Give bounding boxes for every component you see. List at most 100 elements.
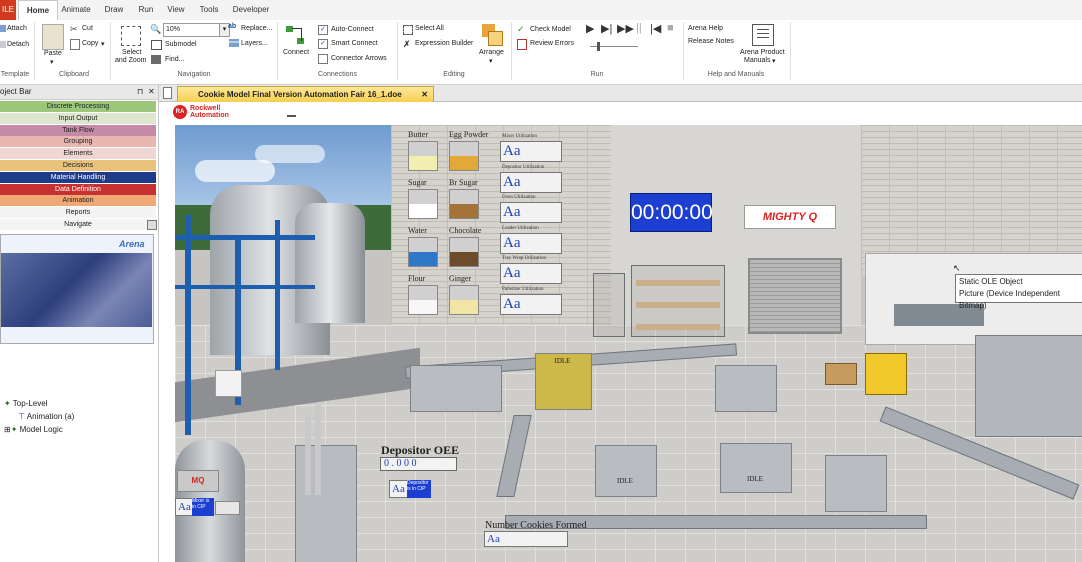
panel-navigate[interactable]: Navigate <box>0 219 156 231</box>
check-model-button[interactable]: Check Model <box>530 26 571 33</box>
ingredient-swatch <box>449 141 479 171</box>
close-icon[interactable]: ✕ <box>148 85 155 99</box>
paste-button[interactable]: Paste <box>44 50 62 57</box>
manuals-dropdown-icon[interactable]: ▾ <box>772 57 776 65</box>
detach-icon <box>0 41 6 48</box>
detach-button[interactable]: Detach <box>7 41 29 48</box>
fast-forward-icon[interactable]: ▶▶ <box>617 22 634 35</box>
navigate-preview[interactable]: Arena <box>0 234 154 344</box>
panel-material-handling[interactable]: Material Handling <box>0 171 156 184</box>
tree-item-animation[interactable]: ⊤ Animation (a) <box>18 412 74 421</box>
tab-developer[interactable]: Developer <box>228 0 274 20</box>
panel-options-icon[interactable] <box>147 220 157 230</box>
tab-file[interactable]: ILE <box>0 0 16 20</box>
tree-item-model-logic[interactable]: ⊞✦ Model Logic <box>4 425 63 434</box>
utilization-value: Aa <box>500 263 562 284</box>
select-all-icon <box>403 25 413 35</box>
select-all-button[interactable]: Select All <box>415 25 444 32</box>
utilization-label: Palletizer Utilization <box>502 286 544 292</box>
close-tab-icon[interactable]: ✕ <box>421 87 428 102</box>
panel-reports[interactable]: Reports <box>0 207 156 220</box>
attach-button[interactable]: Attach <box>7 25 27 32</box>
connector-arrows-label: Connector Arrows <box>331 55 387 62</box>
rolling-door <box>748 258 842 334</box>
document-tab[interactable]: Cookie Model Final Version Automation Fa… <box>177 86 434 102</box>
silo <box>295 203 365 323</box>
cut-button[interactable]: Cut <box>82 25 93 32</box>
panel-input-output[interactable]: Input Output <box>0 112 156 125</box>
review-errors-button[interactable]: Review Errors <box>530 40 574 47</box>
minimize-icon[interactable] <box>287 115 296 117</box>
layers-icon <box>229 39 239 47</box>
ingredient-swatch <box>449 237 479 267</box>
panel-tank-flow[interactable]: Tank Flow <box>0 124 156 137</box>
tab-tools[interactable]: Tools <box>192 0 226 20</box>
select-zoom-button[interactable]: Select <box>122 49 141 56</box>
manuals-button[interactable]: Arena Product <box>740 49 785 56</box>
panel-data-definition[interactable]: Data Definition <box>0 183 156 196</box>
pause-icon[interactable]: || <box>636 22 642 34</box>
run-speed-slider-thumb[interactable] <box>597 42 600 51</box>
tab-draw[interactable]: Draw <box>96 0 132 20</box>
pin-icon[interactable]: ⊓ <box>137 85 143 99</box>
connect-button[interactable]: Connect <box>283 49 309 56</box>
submodel-button[interactable]: Submodel <box>165 41 197 48</box>
manuals-button-line2[interactable]: Manuals <box>744 57 770 64</box>
loader-status: IDLE <box>617 477 633 485</box>
mixer-brand-sign: MQ <box>177 470 219 492</box>
end-icon[interactable]: ■ <box>667 22 674 34</box>
start-over-icon[interactable]: |◀ <box>650 22 661 35</box>
copy-button[interactable]: Copy <box>82 40 98 47</box>
pipe <box>315 405 321 495</box>
step-icon[interactable]: ▶| <box>601 22 612 35</box>
panel-decisions[interactable]: Decisions <box>0 160 156 172</box>
auto-connect-checkbox[interactable]: ✓ <box>318 25 328 35</box>
tab-home[interactable]: Home <box>18 0 58 21</box>
panel-animation[interactable]: Animation <box>0 195 156 208</box>
tab-animate[interactable]: Animate <box>58 0 94 20</box>
project-bar-header: oject Bar ⊓ ✕ <box>0 85 158 100</box>
ribbon-separator <box>790 22 791 80</box>
replace-button[interactable]: Replace... <box>241 25 273 32</box>
ingredient-swatch <box>408 189 438 219</box>
smart-connect-label: Smart Connect <box>331 40 378 47</box>
pallet <box>825 363 857 385</box>
layers-button[interactable]: Layers... <box>241 40 268 47</box>
copy-dropdown-icon[interactable]: ▾ <box>101 40 105 48</box>
cookies-formed-label: Number Cookies Formed <box>485 520 587 531</box>
expression-builder-button[interactable]: Expression Builder <box>415 40 473 47</box>
go-icon[interactable]: ▶ <box>586 22 594 35</box>
release-notes-button[interactable]: Release Notes <box>688 38 734 45</box>
logo-line-1: Rockwell <box>190 105 221 112</box>
smart-connect-checkbox[interactable]: ✓ <box>318 39 328 49</box>
model-canvas[interactable]: RA Rockwell Automation MQ Butter Egg Powd… <box>159 102 1082 562</box>
arrange-dropdown-icon[interactable]: ▾ <box>489 57 493 65</box>
pipe <box>305 415 311 495</box>
tab-view[interactable]: View <box>162 0 190 20</box>
find-button[interactable]: Find... <box>165 56 184 63</box>
mixer-station <box>410 365 502 412</box>
preview-thumbnail <box>1 253 152 327</box>
expand-icon[interactable]: ⊞ <box>4 425 11 434</box>
panel-elements[interactable]: Elements <box>0 148 156 161</box>
document-tab-bar: Cookie Model Final Version Automation Fa… <box>159 85 1082 102</box>
zoom-combo[interactable]: 10% <box>163 23 222 37</box>
ribbon-separator <box>277 22 278 80</box>
robot-cell <box>715 365 777 412</box>
ingredient-swatch <box>449 285 479 315</box>
connector-arrows-checkbox[interactable] <box>318 54 328 64</box>
ingredient-swatch <box>408 141 438 171</box>
panel-discrete-processing[interactable]: Discrete Processing <box>0 101 156 113</box>
arena-help-button[interactable]: Arena Help <box>688 25 723 32</box>
select-zoom-button-line2[interactable]: and Zoom <box>115 57 147 64</box>
paste-dropdown-icon[interactable]: ▾ <box>50 58 54 66</box>
arrange-button[interactable]: Arrange <box>479 49 504 56</box>
auto-connect-label: Auto-Connect <box>331 26 374 33</box>
utilization-value: Aa <box>500 141 562 162</box>
oven-status: IDLE <box>554 357 571 365</box>
ribbon-tab-bar: ILE Home Animate Draw Run View Tools Dev… <box>0 0 1082 21</box>
panel-grouping[interactable]: Grouping <box>0 136 156 149</box>
tab-run[interactable]: Run <box>132 0 160 20</box>
tree-item-top-level[interactable]: ✦ Top-Level <box>4 399 47 408</box>
group-connections: Connections <box>318 71 357 78</box>
